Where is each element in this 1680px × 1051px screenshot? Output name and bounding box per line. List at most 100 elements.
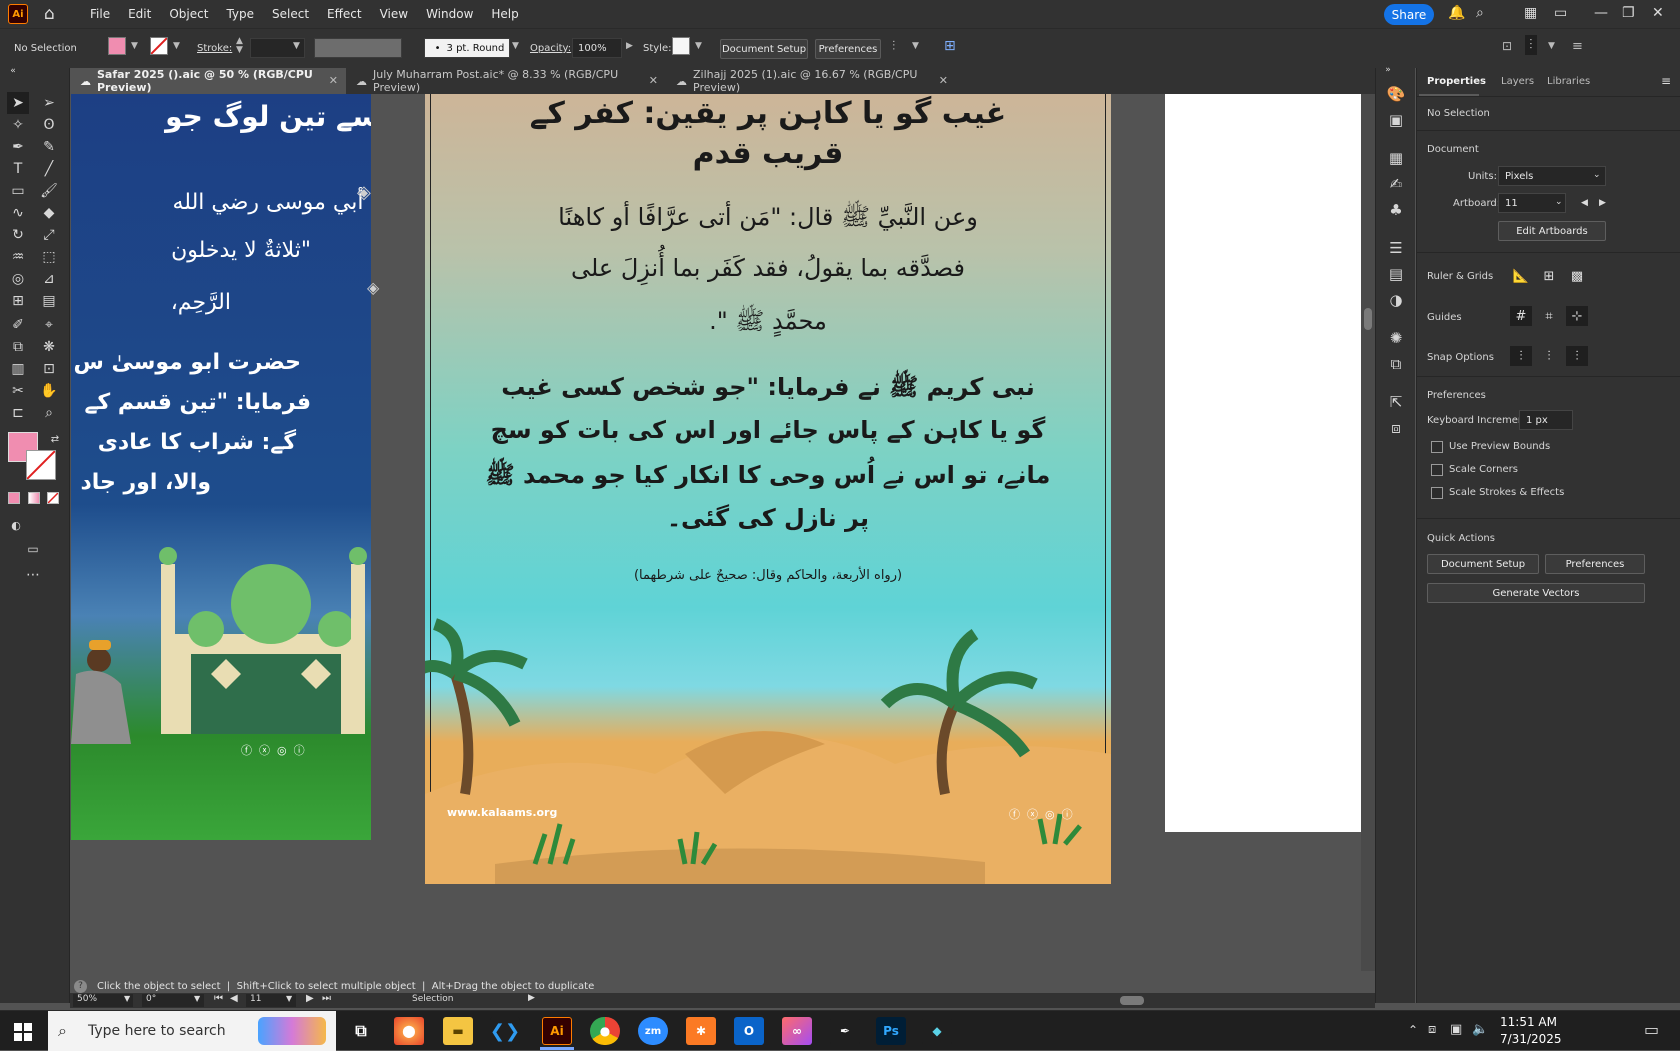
chevron-down-icon[interactable]: ▼: [912, 41, 919, 51]
magic-wand-icon[interactable]: ✧: [7, 114, 29, 136]
previous-artboard-icon[interactable]: ◀: [1581, 198, 1588, 208]
linkedin-icon[interactable]: ⓘ: [1062, 808, 1080, 821]
facebook-icon[interactable]: ⓕ: [1009, 808, 1027, 821]
zoom-app-icon[interactable]: zm: [638, 1017, 668, 1045]
creative-cloud-icon[interactable]: ∞: [782, 1017, 812, 1045]
preferences-button[interactable]: Preferences: [815, 39, 881, 59]
clock-time[interactable]: 11:51 AM: [1500, 1015, 1557, 1029]
swap-colors-icon[interactable]: ⇄: [44, 428, 66, 450]
menu-help[interactable]: Help: [489, 5, 520, 23]
firefox-icon[interactable]: ⬤: [394, 1017, 424, 1045]
preferences-button[interactable]: Preferences: [1545, 554, 1645, 574]
shaper-tool-icon[interactable]: ∿: [7, 202, 29, 224]
chevron-down-icon[interactable]: ⌄: [1593, 170, 1601, 180]
artboards-panel-icon[interactable]: ⧈: [1386, 418, 1406, 438]
xampp-icon[interactable]: ✱: [686, 1017, 716, 1045]
units-select[interactable]: Pixels: [1498, 166, 1606, 186]
stroke-panel-icon[interactable]: ☰: [1386, 238, 1406, 258]
artboard-blank-partial[interactable]: [1165, 94, 1375, 832]
arrange-icon[interactable]: ⊡: [1502, 39, 1512, 53]
vscode-icon[interactable]: ❮❯: [490, 1017, 520, 1045]
print-tiling-icon[interactable]: ⊏: [7, 402, 29, 424]
last-artboard-icon[interactable]: ⏭: [322, 993, 331, 1004]
swatches-icon[interactable]: ▦: [1386, 148, 1406, 168]
scale-strokes-checkbox[interactable]: [1431, 487, 1443, 499]
eyedropper-icon[interactable]: ✐: [7, 314, 29, 336]
align-icon[interactable]: ⫶: [892, 39, 895, 54]
lock-guides-icon[interactable]: ⌗: [1538, 306, 1560, 326]
color-mode-color[interactable]: [8, 492, 20, 504]
previous-artboard-icon[interactable]: ◀: [230, 993, 238, 1004]
line-tool-icon[interactable]: ╱: [38, 158, 60, 180]
vertical-scrollbar[interactable]: [1361, 94, 1375, 971]
shape-builder-icon[interactable]: ◎: [7, 268, 29, 290]
close-icon[interactable]: ✕: [649, 74, 658, 87]
close-icon[interactable]: ✕: [1652, 5, 1664, 21]
menu-view[interactable]: View: [378, 5, 410, 23]
perspective-grid-icon[interactable]: ⊿: [38, 268, 60, 290]
chevron-down-icon[interactable]: ▼: [286, 994, 292, 1003]
file-explorer-icon[interactable]: ▬: [443, 1017, 473, 1045]
tab-july-muharram[interactable]: ☁ July Muharram Post.aic* @ 8.33 % (RGB/…: [346, 68, 666, 94]
blend-tool-icon[interactable]: ⧉: [7, 336, 29, 358]
variable-width-profile[interactable]: [314, 38, 402, 58]
taskbar-search-input[interactable]: ⌕ Type here to search: [48, 1011, 336, 1051]
panel-menu-icon[interactable]: ⫶: [1525, 35, 1537, 55]
free-transform-icon[interactable]: ⬚: [38, 246, 60, 268]
transparency-grid-icon[interactable]: ▩: [1566, 266, 1588, 286]
color-mode-none[interactable]: [47, 492, 59, 504]
expand-icon[interactable]: »: [1378, 60, 1398, 80]
slice-tool-icon[interactable]: ✂: [7, 380, 29, 402]
notification-icon[interactable]: ▭: [1644, 1020, 1659, 1039]
volume-icon[interactable]: 🔈: [1472, 1022, 1488, 1037]
generic-app-icon[interactable]: ◆: [922, 1017, 952, 1045]
grid-icon[interactable]: ⊞: [1538, 266, 1560, 286]
canvas[interactable]: ایسے تین لوگ جو وعن أبي موسى رضي الله "ث…: [71, 94, 1375, 971]
document-setup-button[interactable]: Document Setup: [720, 39, 808, 59]
restore-icon[interactable]: ❐: [1622, 5, 1635, 21]
symbols-icon[interactable]: ♣: [1386, 200, 1406, 220]
gradient-panel-icon[interactable]: ▤: [1386, 264, 1406, 284]
selection-tool-icon[interactable]: ➤: [7, 92, 29, 114]
menu-select[interactable]: Select: [270, 5, 311, 23]
edit-artboards-button[interactable]: Edit Artboards: [1498, 221, 1606, 241]
chevron-down-icon[interactable]: ▼: [695, 41, 702, 51]
artboard-tool-icon[interactable]: ⊡: [38, 358, 60, 380]
share-button[interactable]: Share: [1384, 4, 1434, 25]
network-icon[interactable]: ⧈: [1428, 1022, 1436, 1037]
menu-effect[interactable]: Effect: [325, 5, 364, 23]
menu-type[interactable]: Type: [224, 5, 256, 23]
next-artboard-icon[interactable]: ▶: [1599, 198, 1606, 208]
appearance-icon[interactable]: ✺: [1386, 328, 1406, 348]
chrome-icon[interactable]: ●: [590, 1017, 620, 1045]
minimize-icon[interactable]: —: [1594, 5, 1608, 21]
graph-tool-icon[interactable]: ▥: [7, 358, 29, 380]
snap-to-grid-icon[interactable]: ⫶: [1538, 346, 1560, 366]
scale-corners-checkbox[interactable]: [1431, 464, 1443, 476]
keyboard-increment-input[interactable]: 1 px: [1519, 410, 1573, 430]
task-view-icon[interactable]: ⧉: [346, 1017, 376, 1045]
instagram-icon[interactable]: ◎: [1045, 808, 1062, 821]
chevron-down-icon[interactable]: ▼: [1548, 41, 1555, 51]
symbol-sprayer-icon[interactable]: ❋: [38, 336, 60, 358]
brushes-icon[interactable]: ✍: [1386, 174, 1406, 194]
brush-definition[interactable]: • 3 pt. Round: [424, 38, 510, 58]
curvature-tool-icon[interactable]: ✎: [38, 136, 60, 158]
horizontal-scrollbar[interactable]: [550, 995, 1350, 1006]
chevron-up-icon[interactable]: ⌃: [1408, 1023, 1418, 1037]
outlook-icon[interactable]: O: [734, 1017, 764, 1045]
hand-tool-icon[interactable]: ✋: [38, 380, 60, 402]
vertical-scroll-thumb[interactable]: [1364, 308, 1372, 330]
snap-to-point-icon[interactable]: ⫶: [1510, 346, 1532, 366]
export-icon[interactable]: ⇱: [1386, 392, 1406, 412]
generate-vectors-button[interactable]: Generate Vectors: [1427, 583, 1645, 603]
gradient-tool-icon[interactable]: ▤: [38, 290, 60, 312]
opacity-input[interactable]: 100%: [572, 38, 622, 58]
close-icon[interactable]: ✕: [939, 74, 948, 87]
eraser-icon[interactable]: ◆: [38, 202, 60, 224]
status-menu-icon[interactable]: ▶: [528, 993, 535, 1003]
artboard-safar-partial[interactable]: ایسے تین لوگ جو وعن أبي موسى رضي الله "ث…: [71, 94, 371, 840]
graphic-style-swatch[interactable]: [672, 37, 690, 55]
direct-selection-tool-icon[interactable]: ➢: [38, 92, 60, 114]
first-artboard-icon[interactable]: ⏮: [214, 993, 223, 1004]
